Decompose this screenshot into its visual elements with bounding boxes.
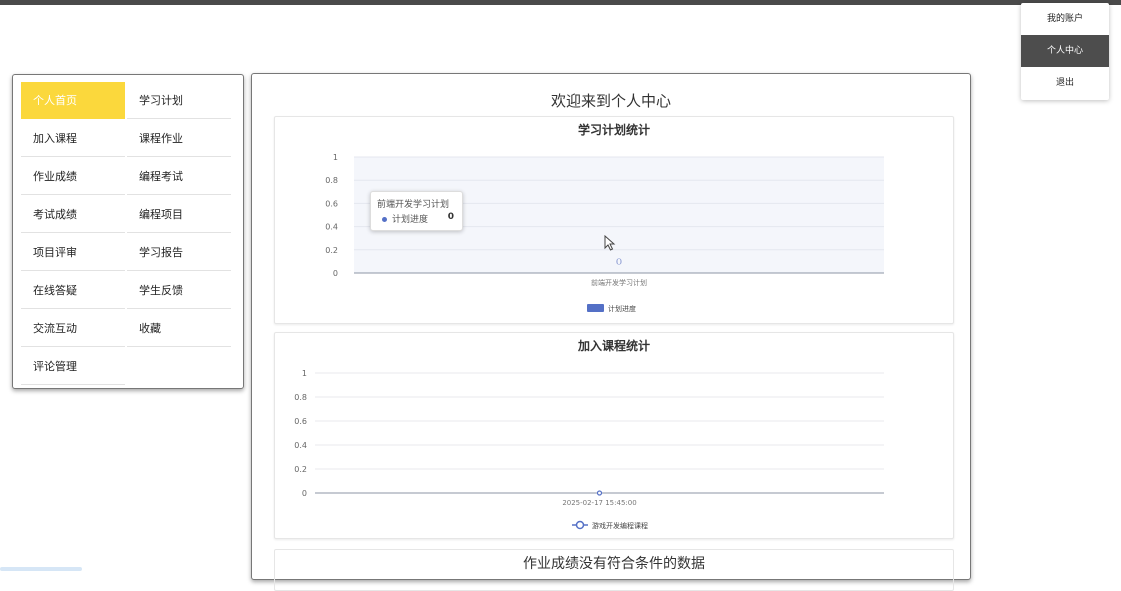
side-item-interaction[interactable]: 交流互动 bbox=[21, 310, 125, 347]
horizontal-scrollbar[interactable] bbox=[0, 567, 82, 571]
line-point bbox=[596, 490, 603, 496]
legend-marker bbox=[575, 520, 585, 530]
side-item-student-feedback[interactable]: 学生反馈 bbox=[127, 272, 231, 309]
side-item-comment-management[interactable]: 评论管理 bbox=[21, 348, 125, 385]
page-title: 欢迎来到个人中心 bbox=[550, 92, 671, 110]
main-panel: 欢迎来到个人中心 学习计划统计 0 0.2 0.4 0.6 0.8 1 前端开发学习计划 0 计… bbox=[251, 73, 971, 591]
y-tick-label: 1 bbox=[302, 369, 307, 378]
legend-label: 游戏开发编程课程 bbox=[592, 521, 648, 530]
y-tick-label: 0.4 bbox=[325, 223, 338, 232]
course-join-chart-card: 加入课程统计 0 0.2 0.4 0.6 0.8 1 2025-02-17 15:45:00… bbox=[274, 332, 954, 539]
menu-item-personal-center[interactable]: 个人中心 bbox=[1021, 35, 1109, 67]
y-tick-label: 0.2 bbox=[294, 465, 307, 474]
side-item-project-review[interactable]: 项目评审 bbox=[21, 234, 125, 271]
side-item-online-qa[interactable]: 在线答疑 bbox=[21, 272, 125, 309]
bar-data-label: 0 bbox=[616, 257, 623, 268]
chart-tooltip: 前端开发学习计划 计划进度 0 bbox=[370, 191, 463, 231]
side-menu: 个人首页 学习计划 加入课程 课程作业 作业成绩 编程考试 考试成绩 编程项目 … bbox=[12, 74, 244, 389]
side-item-programming-exam[interactable]: 编程考试 bbox=[127, 158, 231, 195]
tooltip-series-dot bbox=[382, 217, 387, 222]
y-tick-label: 0.4 bbox=[294, 441, 307, 450]
y-tick-label: 1 bbox=[333, 153, 338, 162]
tooltip-value: 0 bbox=[447, 212, 454, 222]
tooltip-title: 前端开发学习计划 bbox=[377, 200, 450, 210]
side-item-homework-score[interactable]: 作业成绩 bbox=[21, 158, 125, 195]
x-category-label: 2025-02-17 15:45:00 bbox=[562, 499, 636, 507]
mouse-cursor-icon bbox=[604, 235, 616, 251]
y-tick-label: 0 bbox=[333, 269, 338, 278]
course-join-chart[interactable]: 0 0.2 0.4 0.6 0.8 1 2025-02-17 15:45:00 游戏开发编程课… bbox=[275, 333, 953, 538]
menu-item-my-account[interactable]: 我的账户 bbox=[1021, 3, 1109, 35]
y-tick-label: 0 bbox=[302, 489, 307, 498]
no-data-message: 作业成绩没有符合条件的数据 bbox=[523, 556, 705, 572]
y-tick-label: 0.6 bbox=[294, 417, 307, 426]
top-bar bbox=[0, 0, 1121, 5]
study-plan-chart-card: 学习计划统计 0 0.2 0.4 0.6 0.8 1 前端开发学习计划 0 计划进度 前端开发学… bbox=[274, 116, 954, 324]
side-item-home[interactable]: 个人首页 bbox=[21, 82, 125, 119]
tooltip-series-name: 计划进度 bbox=[392, 215, 429, 225]
x-category-label: 前端开发学习计划 bbox=[591, 278, 647, 287]
side-item-course-homework[interactable]: 课程作业 bbox=[127, 120, 231, 157]
homework-score-empty-card: 作业成绩没有符合条件的数据 bbox=[274, 549, 954, 591]
legend-swatch bbox=[587, 304, 604, 312]
side-item-study-plan[interactable]: 学习计划 bbox=[127, 82, 231, 119]
menu-item-logout[interactable]: 退出 bbox=[1021, 67, 1109, 99]
side-item-exam-score[interactable]: 考试成绩 bbox=[21, 196, 125, 233]
y-tick-label: 0.8 bbox=[294, 393, 307, 402]
side-item-favorites[interactable]: 收藏 bbox=[127, 310, 231, 347]
legend-label: 计划进度 bbox=[608, 304, 636, 313]
y-tick-label: 0.8 bbox=[325, 176, 338, 185]
y-tick-label: 0.2 bbox=[325, 246, 338, 255]
side-item-programming-project[interactable]: 编程项目 bbox=[127, 196, 231, 233]
account-dropdown: 我的账户 个人中心 退出 bbox=[1021, 3, 1109, 100]
side-item-join-course[interactable]: 加入课程 bbox=[21, 120, 125, 157]
side-item-study-report[interactable]: 学习报告 bbox=[127, 234, 231, 271]
y-tick-label: 0.6 bbox=[325, 199, 338, 208]
